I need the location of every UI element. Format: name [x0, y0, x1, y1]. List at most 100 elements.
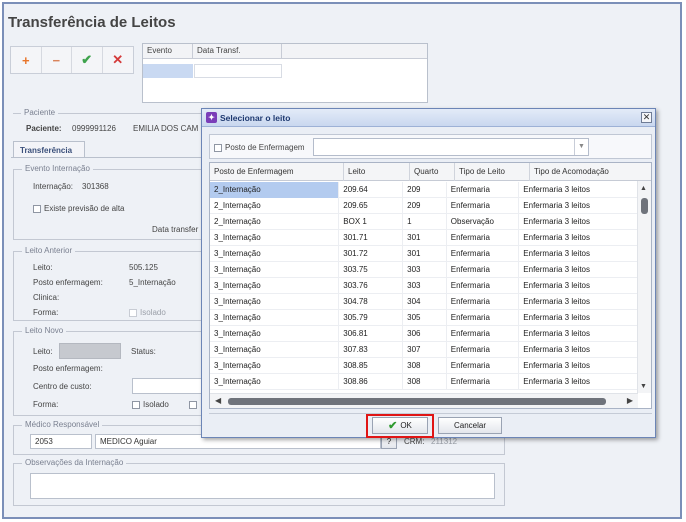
- table-cell: Enfermaria: [447, 246, 520, 262]
- table-row[interactable]: 3_Internação 308.86 308 Enfermaria Enfermari…: [210, 374, 638, 390]
- posto-novo-label: Posto enfermagem:: [33, 364, 103, 373]
- medico-code-field[interactable]: 2053: [30, 434, 92, 449]
- observacoes-field[interactable]: [30, 473, 495, 499]
- table-row[interactable]: 3_Internação 308.85 308 Enfermaria Enfermari…: [210, 358, 638, 374]
- leito-novo-field[interactable]: [59, 343, 121, 359]
- tab-transferencia[interactable]: Transferência: [13, 141, 85, 158]
- table-cell: 3_Internação: [210, 342, 340, 358]
- event-grid[interactable]: Evento Data Transf.: [142, 43, 428, 103]
- table-cell: Enfermaria: [447, 326, 520, 342]
- table-cell: Enfermaria: [447, 310, 520, 326]
- confirm-button[interactable]: ✔: [72, 47, 103, 73]
- event-row-selected[interactable]: [143, 64, 193, 78]
- table-cell: 3_Internação: [210, 294, 340, 310]
- posto-filter-label: Posto de Enfermagem: [225, 143, 305, 152]
- table-cell: 301.72: [339, 246, 404, 262]
- previsao-alta-checkbox[interactable]: Existe previsão de alta: [33, 204, 125, 213]
- table-cell: 308: [403, 374, 447, 390]
- table-cell: 305.79: [339, 310, 404, 326]
- table-cell: Enfermaria 3 leitos: [519, 230, 638, 246]
- horizontal-scrollbar[interactable]: ◀ ▶: [210, 393, 638, 408]
- cancel-button[interactable]: ✕: [103, 47, 133, 73]
- table-cell: 209.65: [339, 198, 404, 214]
- dialog-title-bar[interactable]: ✦ Selecionar o leito: [202, 109, 655, 127]
- remove-button[interactable]: −: [42, 47, 72, 73]
- column-header[interactable]: Posto de Enfermagem: [210, 163, 344, 181]
- leito-novo-label: Leito:: [33, 347, 53, 356]
- table-cell: 2_Internação: [210, 198, 340, 214]
- table-row[interactable]: 3_Internação 307.83 307 Enfermaria Enfermari…: [210, 342, 638, 358]
- table-row[interactable]: 3_Internação 301.72 301 Enfermaria Enfermari…: [210, 246, 638, 262]
- table-cell: Enfermaria 3 leitos: [519, 358, 638, 374]
- table-cell: 209.64: [339, 182, 404, 198]
- cancel-dialog-button[interactable]: Cancelar: [438, 417, 502, 434]
- leito-anterior-value: 505.125: [129, 263, 158, 272]
- table-cell: Enfermaria 3 leitos: [519, 294, 638, 310]
- table-cell: BOX 1: [339, 214, 404, 230]
- table-cell: 301.71: [339, 230, 404, 246]
- scroll-left-icon[interactable]: ◀: [215, 396, 221, 405]
- vertical-scrollbar[interactable]: ▲ ▼: [637, 181, 651, 393]
- page-title: Transferência de Leitos: [8, 14, 176, 31]
- table-row[interactable]: 3_Internação 305.79 305 Enfermaria Enfermari…: [210, 310, 638, 326]
- table-cell: 303.75: [339, 262, 404, 278]
- checkbox-icon: [214, 143, 222, 152]
- table-row[interactable]: 3_Internação 303.76 303 Enfermaria Enfermari…: [210, 278, 638, 294]
- table-cell: 303.76: [339, 278, 404, 294]
- table-cell: 3_Internação: [210, 230, 340, 246]
- column-header[interactable]: Tipo de Leito: [455, 163, 530, 181]
- isolado-novo-checkbox[interactable]: Isolado: [132, 400, 169, 409]
- close-icon[interactable]: ✕: [641, 112, 652, 123]
- table-row[interactable]: 3_Internação 306.81 306 Enfermaria Enfermari…: [210, 326, 638, 342]
- table-row[interactable]: 2_Internação BOX 1 1 Observação Enfermaria 3…: [210, 214, 638, 230]
- posto-anterior-label: Posto enfermagem:: [33, 278, 103, 287]
- scroll-thumb[interactable]: [228, 398, 606, 405]
- table-cell: Enfermaria: [447, 182, 520, 198]
- crm-label: CRM:: [404, 437, 425, 446]
- event-cell[interactable]: [194, 64, 282, 78]
- table-cell: 303: [403, 262, 447, 278]
- internacao-value: 301368: [82, 182, 109, 191]
- table-row[interactable]: 3_Internação 303.75 303 Enfermaria Enfermari…: [210, 262, 638, 278]
- checkbox-icon: [129, 308, 137, 317]
- table-cell: Enfermaria 3 leitos: [519, 262, 638, 278]
- centro-custo-field[interactable]: [132, 378, 203, 394]
- column-header[interactable]: Leito: [344, 163, 410, 181]
- chevron-down-icon[interactable]: ▼: [574, 139, 588, 155]
- crm-value: 211312: [431, 437, 458, 446]
- table-cell: Enfermaria 3 leitos: [519, 326, 638, 342]
- scroll-right-icon[interactable]: ▶: [627, 396, 633, 405]
- status-label: Status:: [131, 347, 156, 356]
- forma-novo-label: Forma:: [33, 400, 59, 409]
- table-cell: Enfermaria: [447, 358, 520, 374]
- scroll-up-icon[interactable]: ▲: [640, 185, 647, 192]
- table-row[interactable]: 3_Internação 304.78 304 Enfermaria Enfermari…: [210, 294, 638, 310]
- col-data-transf[interactable]: Data Transf.: [193, 44, 282, 58]
- table-header: Posto de Enfermagem Leito Quarto Tipo de…: [210, 163, 651, 181]
- checkbox-icon: [132, 400, 140, 409]
- table-cell: Enfermaria 3 leitos: [519, 278, 638, 294]
- posto-filter-checkbox[interactable]: Posto de Enfermagem: [214, 143, 305, 152]
- scroll-down-icon[interactable]: ▼: [640, 383, 647, 390]
- table-cell: 3_Internação: [210, 358, 340, 374]
- isolado-anterior-checkbox: Isolado: [129, 308, 166, 317]
- scroll-thumb[interactable]: [641, 198, 648, 214]
- table-cell: Enfermaria 3 leitos: [519, 246, 638, 262]
- col-evento[interactable]: Evento: [143, 44, 193, 58]
- extra-checkbox[interactable]: [189, 400, 200, 409]
- clinica-label: Clinica:: [33, 293, 60, 302]
- column-header[interactable]: Quarto: [410, 163, 455, 181]
- previsao-alta-label: Existe previsão de alta: [44, 204, 125, 213]
- data-transfer-label: Data transfer: [152, 225, 199, 234]
- table-cell: 3_Internação: [210, 278, 340, 294]
- internacao-label: Internação:: [33, 182, 74, 191]
- table-row[interactable]: 2_Internação 209.64 209 Enfermaria Enfermari…: [210, 182, 638, 198]
- table-row[interactable]: 2_Internação 209.65 209 Enfermaria Enfermari…: [210, 198, 638, 214]
- table-row[interactable]: 3_Internação 301.71 301 Enfermaria Enfermari…: [210, 230, 638, 246]
- posto-filter-select[interactable]: ▼: [313, 138, 589, 156]
- ok-highlight-box: [366, 414, 434, 438]
- column-header[interactable]: Tipo de Acomodação: [530, 163, 651, 181]
- add-button[interactable]: +: [11, 47, 42, 73]
- centro-custo-label: Centro de custo:: [33, 382, 92, 391]
- table-cell: 209: [403, 198, 447, 214]
